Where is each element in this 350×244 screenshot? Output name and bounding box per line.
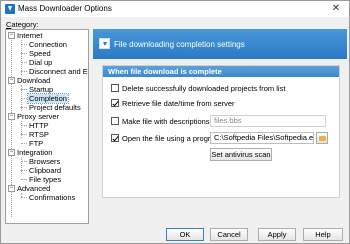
tree-connector <box>21 98 27 99</box>
tree-item-confirmations[interactable]: Confirmations <box>29 193 75 202</box>
tree-node-label: Internet <box>17 31 43 40</box>
program-path-field[interactable]: C:\Softpedia Files\Softpedia.exe <box>210 132 314 144</box>
tree-connector <box>21 40 22 75</box>
open-program-label[interactable]: Open the file using a program: <box>122 134 223 143</box>
tree-connector <box>21 197 27 198</box>
tree-connector <box>21 179 27 180</box>
cancel-button[interactable]: Cancel <box>210 228 248 241</box>
tree-item-label: HTTP <box>29 121 49 130</box>
app-icon <box>5 4 15 14</box>
tree-node-label: Download <box>17 76 51 85</box>
tree-item-label: Disconnect and Exit <box>29 67 89 76</box>
collapse-icon[interactable]: − <box>8 77 15 84</box>
tree-node-integration[interactable]: Integration <box>17 148 52 157</box>
tree-item-label: Clipboard <box>29 166 62 175</box>
tree-item-label: Completion <box>29 94 67 103</box>
category-label: Category: <box>6 20 39 29</box>
collapse-icon[interactable]: − <box>8 149 15 156</box>
tree-item-dial-up[interactable]: Dial up <box>29 58 52 67</box>
tree-item-rtsp[interactable]: RTSP <box>29 130 49 139</box>
collapse-icon[interactable]: − <box>8 113 15 120</box>
antivirus-scan-button[interactable]: Set antivirus scan <box>210 148 272 161</box>
tree-connector <box>21 143 27 144</box>
tree-item-startup[interactable]: Startup <box>29 85 53 94</box>
retrieve-datetime-checkbox[interactable] <box>111 99 119 107</box>
delete-projects-checkbox[interactable] <box>111 84 119 92</box>
tree-connector <box>21 170 27 171</box>
tree-item-label: FTP <box>29 139 44 148</box>
tree-connector <box>21 89 27 90</box>
tree-item-label: File types <box>29 175 62 184</box>
tree-item-label: Confirmations <box>29 193 76 202</box>
tree-node-label: Advanced <box>17 184 51 193</box>
completion-panel: When file download is complete Delete su… <box>102 65 340 198</box>
open-program-checkbox[interactable] <box>111 134 119 142</box>
tree-connector <box>21 161 27 162</box>
collapse-icon[interactable]: − <box>8 185 15 192</box>
tree-connector <box>21 157 22 174</box>
tree-item-label: Startup <box>29 85 54 94</box>
page-header: File downloading completion settings <box>93 29 347 59</box>
tree-item-completion[interactable]: Completion <box>27 93 69 104</box>
window-title: Mass Downloader Options <box>18 4 112 13</box>
tree-item-label: Project defaults <box>29 103 81 112</box>
tree-connector <box>21 44 27 45</box>
tree-item-browsers[interactable]: Browsers <box>29 157 60 166</box>
apply-button[interactable]: Apply <box>258 228 296 241</box>
help-button[interactable]: Help <box>303 228 343 241</box>
category-tree[interactable]: Internet − Connection Speed Dial up Disc… <box>5 29 89 224</box>
tree-item-clipboard[interactable]: Clipboard <box>29 166 61 175</box>
category-label-text: ategory: <box>11 20 39 29</box>
tree-node-label: Proxy server <box>17 112 60 121</box>
tree-item-disconnect[interactable]: Disconnect and Exit <box>29 67 89 76</box>
tree-connector <box>21 62 27 63</box>
tree-item-label: RTSP <box>29 130 49 139</box>
descriptions-file-field[interactable]: files.bbs <box>210 115 326 127</box>
page-title: File downloading completion settings <box>114 40 245 49</box>
tree-connector <box>21 107 27 108</box>
browse-folder-icon[interactable] <box>316 132 328 144</box>
tree-item-label: Connection <box>29 40 67 49</box>
tree-connector <box>21 53 27 54</box>
title-bar: Mass Downloader Options ✕ <box>1 1 349 17</box>
retrieve-datetime-label[interactable]: Retrieve file date/time from server <box>122 99 235 108</box>
panel-title: When file download is complete <box>103 66 339 77</box>
close-icon[interactable]: ✕ <box>329 2 343 15</box>
make-descriptions-label[interactable]: Make file with descriptions: <box>122 117 212 126</box>
tree-connector <box>21 134 27 135</box>
ok-button[interactable]: OK <box>166 228 204 241</box>
tree-connector <box>21 125 27 126</box>
tree-connector <box>21 71 27 72</box>
tree-item-connection[interactable]: Connection <box>29 40 67 49</box>
options-window: Mass Downloader Options ✕ Category: Inte… <box>0 0 350 244</box>
tree-connector <box>21 121 22 138</box>
make-descriptions-checkbox[interactable] <box>111 117 119 125</box>
tree-item-label: Dial up <box>29 58 53 67</box>
delete-projects-label[interactable]: Delete successfully downloaded projects … <box>122 84 285 93</box>
collapse-icon[interactable]: − <box>8 32 15 39</box>
tree-item-speed[interactable]: Speed <box>29 49 51 58</box>
tree-item-ftp[interactable]: FTP <box>29 139 43 148</box>
tree-node-proxy-server[interactable]: Proxy server <box>17 112 59 121</box>
download-arrow-icon <box>99 38 110 49</box>
tree-node-label: Integration <box>17 148 53 157</box>
tree-item-http[interactable]: HTTP <box>29 121 49 130</box>
tree-node-download[interactable]: Download <box>17 76 50 85</box>
tree-node-advanced[interactable]: Advanced <box>17 184 50 193</box>
tree-item-label: Speed <box>29 49 51 58</box>
settings-content: File downloading completion settings Whe… <box>93 29 347 224</box>
tree-item-label: Browsers <box>29 157 61 166</box>
tree-node-internet[interactable]: Internet <box>17 31 42 40</box>
tree-item-file-types[interactable]: File types <box>29 175 61 184</box>
tree-item-project-defaults[interactable]: Project defaults <box>29 103 81 112</box>
